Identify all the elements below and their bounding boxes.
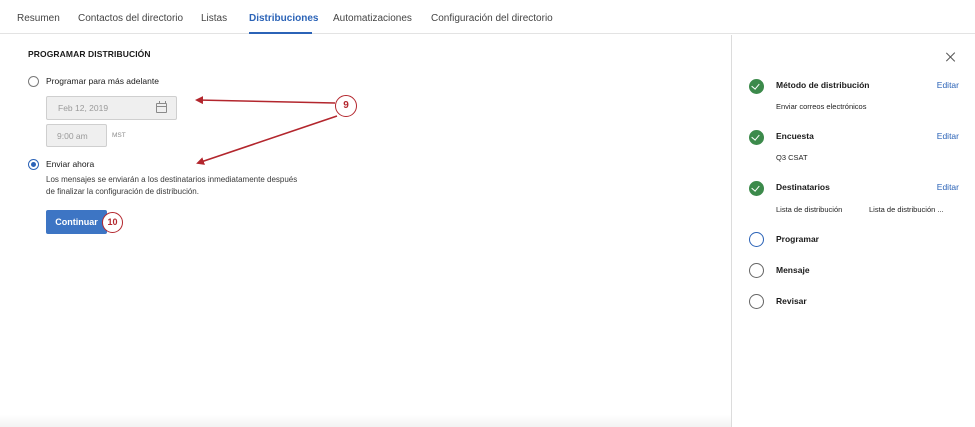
check-circle-icon [749, 130, 764, 145]
edit-recipients-link[interactable]: Editar [937, 182, 959, 192]
tab-configuracion-directorio[interactable]: Configuración del directorio [431, 13, 553, 24]
arrow-to-send-now [196, 115, 338, 165]
tab-resumen[interactable]: Resumen [17, 13, 60, 24]
tab-listas[interactable]: Listas [201, 13, 227, 24]
pending-step-circle-icon [749, 263, 764, 278]
schedule-panel: PROGRAMAR DISTRIBUCIÓN Programar para má… [0, 35, 731, 427]
step-subtitle-method: Enviar correos electrónicos [776, 102, 867, 111]
edit-method-link[interactable]: Editar [937, 80, 959, 90]
active-tab-indicator [249, 32, 312, 34]
pending-step-circle-icon [749, 294, 764, 309]
directory-tabs: Resumen Contactos del directorio Listas … [0, 6, 975, 34]
check-circle-icon [749, 181, 764, 196]
current-step-circle-icon [749, 232, 764, 247]
distribution-summary-panel: Método de distribución Editar Enviar cor… [731, 35, 975, 427]
callout-10: 10 [102, 212, 123, 233]
annotation-arrows [195, 96, 338, 165]
callout-9: 9 [335, 95, 357, 117]
tab-automatizaciones[interactable]: Automatizaciones [333, 13, 412, 24]
edit-survey-link[interactable]: Editar [937, 131, 959, 141]
step-title-recipients: Destinatarios [776, 182, 830, 192]
step-title-schedule: Programar [776, 234, 819, 244]
arrow-to-date-field [195, 96, 336, 105]
step-title-survey: Encuesta [776, 131, 814, 141]
step-subtitle-survey: Q3 CSAT [776, 153, 808, 162]
close-icon[interactable] [945, 51, 957, 63]
check-circle-icon [749, 79, 764, 94]
panel-bottom-edge [0, 415, 731, 427]
tab-contactos-directorio[interactable]: Contactos del directorio [78, 13, 183, 24]
recipients-list-value: Lista de distribución ... [869, 205, 944, 214]
step-subtitle-recipients: Lista de distribución [776, 205, 843, 214]
step-title-review: Revisar [776, 296, 807, 306]
step-title-message: Mensaje [776, 265, 810, 275]
tab-distribuciones[interactable]: Distribuciones [249, 13, 318, 24]
step-title-method: Método de distribución [776, 80, 870, 90]
